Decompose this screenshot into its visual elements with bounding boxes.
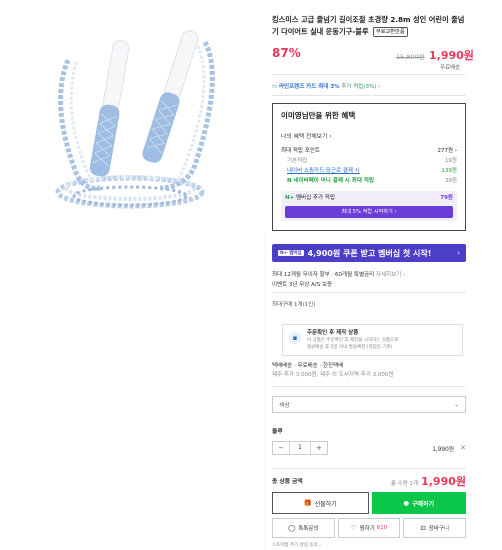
column-divider [265,232,266,550]
chevron-down-icon: ⌄ [454,401,459,408]
benefit-row-link[interactable]: N 네이버페이 머니 결제 시 최대 적립 [287,176,374,186]
divider [272,74,466,75]
max-point-label: 최대 적립 포인트 [281,148,320,154]
membership-tag: N+ [285,195,295,201]
banner-text: 4,900원 쿠폰 받고 멤버십 첫 시작! [307,248,432,258]
selected-option-row: − 1 + 1,990원 ✕ [272,438,466,458]
benefit-row-value: 19원 [444,158,457,164]
event-row: 이벤트 3년 무상 A/S 보증 [272,282,333,288]
cart-button[interactable]: ⊡ 장바구니 [403,518,467,538]
sale-price: 1,990원 [429,49,474,62]
view-all-benefits-link[interactable]: 나의 혜택 전체보기 › [281,131,457,140]
card-promo-link[interactable]: ▭ 라인프렌즈 카드 최대 3% 추가 적립(3%) › [272,82,380,90]
notice-desc: 평균배송 후 5일 이내 발송예정 (영업일 기준) [307,345,393,350]
buy-label: 구매하기 [412,500,435,508]
installment-row: 최대 12개월 무이자 할부 · 60개월 특별금리 자세히보기 › [272,270,466,280]
quantity-stepper: − 1 + [272,441,328,455]
quantity-value[interactable]: 1 [289,442,311,454]
cart-label: 장바구니 [428,526,450,532]
original-price: 15,800원 [396,53,425,61]
benefit-row: N 네이버페이 머니 결제 시 최대 적립 39원 [281,176,457,186]
heart-icon: ♡ [350,524,357,532]
total-row: 총 상품 금액 총 수량 1개 1,990원 [272,468,466,488]
total-right: 총 수량 1개 1,990원 [391,473,466,489]
talk-button[interactable]: ◯ 톡톡문의 [272,518,335,538]
option-price-area: 1,990원 ✕ [432,444,466,453]
max-purchase: 최대구매 1개(1인) [272,302,316,308]
membership-tag: N+ 멤버십 [278,250,304,256]
shipping-method: 택배배송 · 무료배송 · 한진택배 [272,363,344,369]
wish-label: 찜하기 [359,526,375,532]
benefit-title: 이미영님만을 위한 혜택 [281,111,356,120]
max-point-value[interactable]: 277원 › [437,146,457,156]
cart-icon: ⊡ [420,524,426,532]
wish-count: 610 [376,525,388,531]
payment-info: 최대 12개월 무이자 할부 · 60개월 특별금리 자세히보기 › 이벤트 3… [272,270,466,290]
free-exchange-badge: 무료교환반품 [372,27,408,37]
increase-button[interactable]: + [311,442,327,454]
benefit-row-link[interactable]: 네이버 쇼핑카드 당근로 결제 시 [287,166,360,176]
total-count: 총 수량 1개 [390,480,419,487]
membership-start-button[interactable]: 최대 5% 적립 시작하기 › [285,206,453,218]
product-title: 킹스미스 고급 줄넘기 길이조절 초경량 2.8m 성인 어린이 줄넘기 다이어… [272,14,466,38]
buy-button[interactable]: ● 구매하기 [371,492,466,514]
secondary-actions: ◯ 톡톡문의 ♡ 찜하기 610 ⊡ 장바구니 [272,518,467,538]
option-price: 1,990원 [432,446,455,453]
selected-option-label: 블루 [272,429,283,435]
membership-coupon-banner[interactable]: N+ 멤버십 4,900원 쿠폰 받고 멤버십 첫 시작! › [272,244,466,262]
gift-label: 선물하기 [314,500,337,508]
installment-detail-link[interactable]: 자세히보기 › [376,272,405,278]
divider [272,95,466,96]
chat-icon: ◯ [288,524,296,532]
benefit-row-label: 기본적립 [287,158,308,164]
decrease-button[interactable]: − [273,442,289,454]
membership-row: N+ 멤버십 추가 적립 79원 [285,194,453,203]
benefit-row: 기본적립 19원 [281,156,457,166]
membership-value: 79원 [440,195,453,201]
color-select[interactable]: 색상 ⌄ [272,396,466,413]
membership-label: N+ 멤버십 추가 적립 [285,194,335,203]
product-info-panel: 킹스미스 고급 줄넘기 길이조절 초경량 2.8m 성인 어린이 줄넘기 다이어… [272,0,502,550]
gift-button[interactable]: 🎁 선물하기 [272,492,369,514]
notice-desc: 이 상품은 주문확인 후 제작을 시작하는 상품으로 [307,338,399,343]
primary-actions: 🎁 선물하기 ● 구매하기 [272,492,466,514]
chevron-right-icon: › [457,249,460,257]
card-promo-text: 라인프렌즈 카드 최대 3% [278,84,340,90]
close-icon[interactable]: ✕ [460,444,466,452]
benefit-row-value: 39원 [444,178,457,184]
product-image-area [0,0,265,550]
card-promo-tail: 추가 적립(3%) › [341,84,381,90]
benefit-row-value: 139원 [441,168,457,174]
wish-button[interactable]: ♡ 찜하기 610 [337,518,401,538]
select-placeholder: 색상 [279,403,290,409]
membership-label-text: 멤버십 추가 적립 [295,195,335,201]
truck-icon: ▪ [289,332,301,344]
shipping-extra-fee: 제주 추가 3,000원, 제주 외 도서지역 추가 3,000원 [272,372,394,378]
divider [272,386,466,387]
product-image[interactable] [0,0,265,232]
jump-rope-image [0,0,265,232]
store-wish-notice[interactable]: 스토어찜 추가 알림 동의 › [272,542,321,548]
gift-icon: 🎁 [303,499,312,507]
membership-box: N+ 멤버십 추가 적립 79원 최대 5% 적립 시작하기 › [281,191,457,221]
benefit-box: 이미영님만을 위한 혜택 나의 혜택 전체보기 › 최대 적립 포인트 277원… [272,103,466,231]
divider [272,292,466,293]
max-point-row: 최대 적립 포인트 277원 › [281,146,457,156]
product-title-text: 킹스미스 고급 줄넘기 길이조절 초경량 2.8m 성인 어린이 줄넘기 다이어… [272,15,465,36]
benefit-row: 네이버 쇼핑카드 당근로 결제 시 139원 [281,166,457,176]
installment-text: 최대 12개월 무이자 할부 · 60개월 특별금리 [272,272,375,278]
naver-pay-icon: ● [403,499,410,507]
shipping-info: 택배배송 · 무료배송 · 한진택배 제주 추가 3,000원, 제주 외 도서… [272,362,393,380]
total-label: 총 상품 금액 [272,479,303,485]
talk-label: 톡톡문의 [298,526,319,532]
total-price: 1,990원 [421,474,466,488]
free-shipping-label: 무료배송 [440,65,461,71]
card-icon: ▭ [272,84,279,90]
notice-title: 주문확인 후 제작 상품 [307,330,359,336]
discount-rate: 87% [272,46,301,60]
made-to-order-notice: ▪ 주문확인 후 제작 상품 이 상품은 주문확인 후 제작을 시작하는 상품으… [282,324,463,356]
